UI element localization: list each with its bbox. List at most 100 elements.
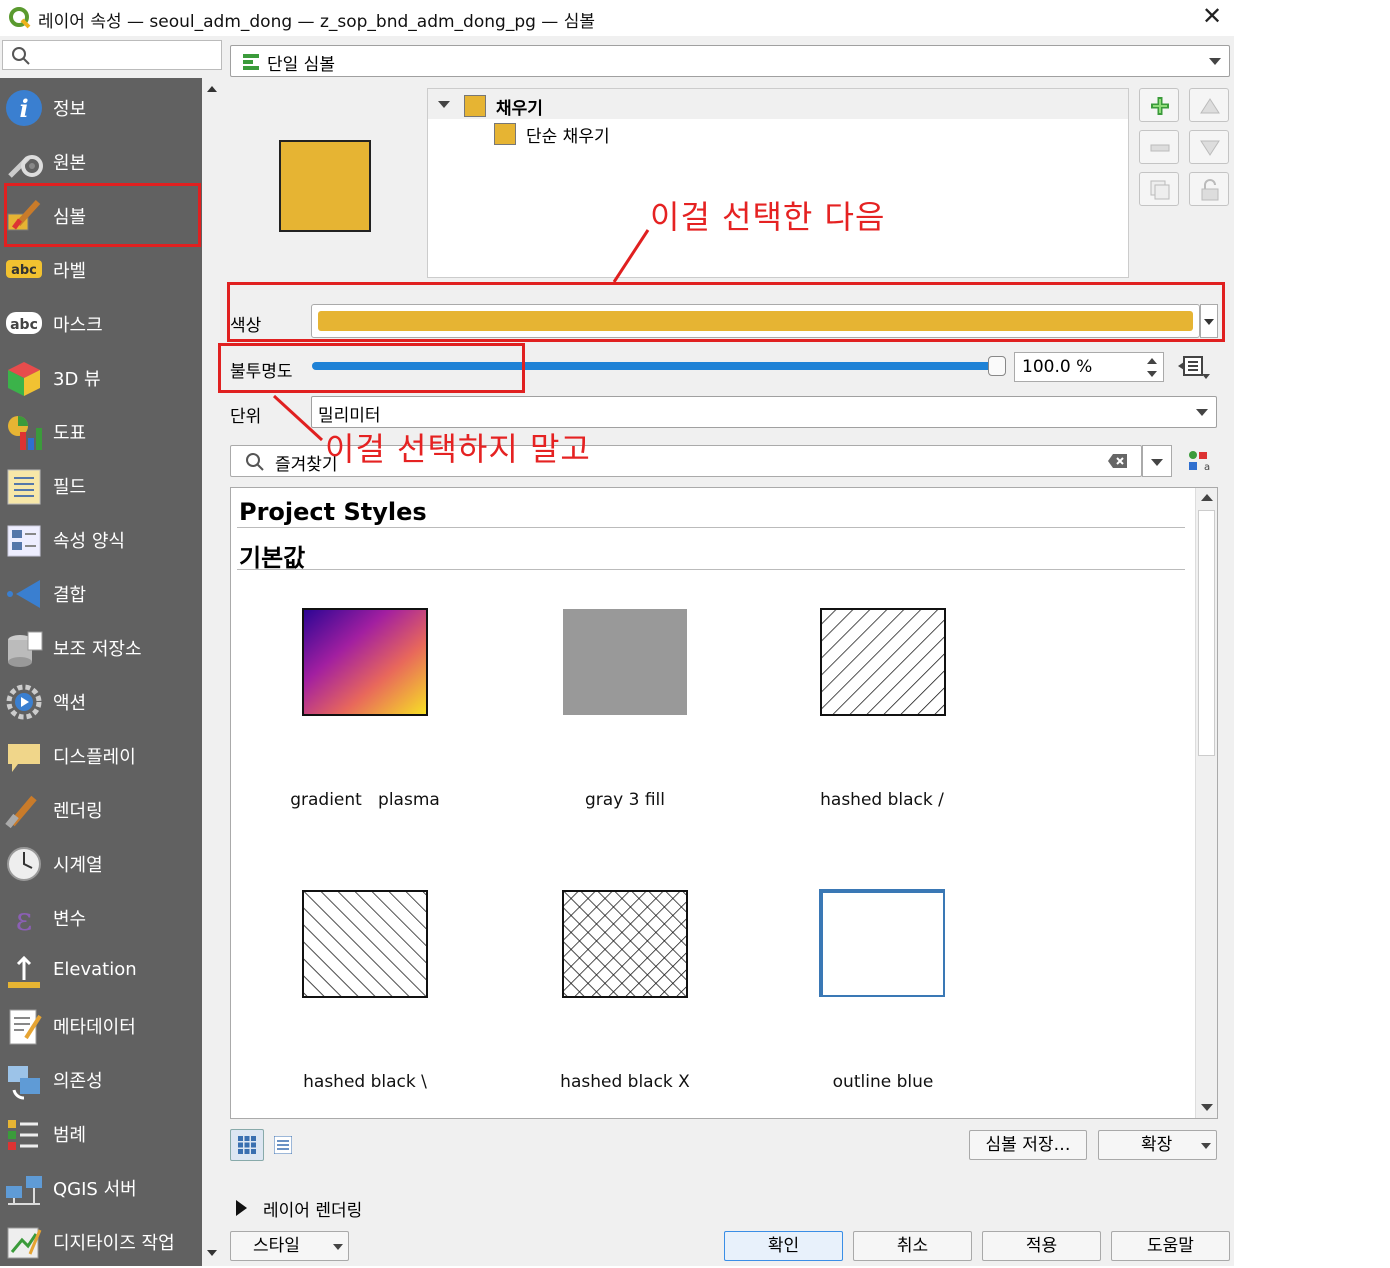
sidebar-item-dependencies[interactable]: 의존성 [0, 1052, 202, 1106]
metadata-icon [9, 1009, 42, 1045]
sidebar-item-label: 메타데이터 [53, 1017, 136, 1038]
help-button[interactable]: 도움말 [1111, 1231, 1230, 1261]
sidebar-item-mask[interactable]: abc 마스크 [0, 296, 202, 350]
collapse-arrow-icon[interactable] [438, 101, 450, 108]
style-manager-icon[interactable]: a [1186, 449, 1212, 473]
annotation-not-this: 이걸 선택하지 말고 [325, 430, 591, 468]
dependencies-icon [8, 1066, 40, 1100]
gray-fill-thumbnail [563, 609, 687, 715]
sidebar-item-auxiliary-storage[interactable]: 보조 저장소 [0, 620, 202, 674]
list-view-button[interactable] [266, 1129, 300, 1161]
library-scrollbar[interactable] [1195, 488, 1217, 1118]
lock-layer-button[interactable] [1189, 172, 1229, 206]
sidebar-item-label: 원본 [53, 153, 87, 174]
scroll-thumb[interactable] [1198, 510, 1215, 756]
tree-root-label[interactable]: 채우기 [496, 94, 543, 119]
minus-icon [1150, 144, 1170, 152]
move-up-button[interactable] [1189, 88, 1229, 122]
single-symbol-icon [243, 54, 259, 70]
hashed-back-thumbnail [302, 890, 428, 998]
fields-icon [7, 469, 41, 505]
sidebar-item-info[interactable]: i 정보 [0, 80, 202, 134]
clear-search-icon[interactable] [1107, 453, 1129, 469]
sidebar-item-legend[interactable]: 범례 [0, 1106, 202, 1160]
sidebar-scrollbar[interactable] [202, 78, 222, 1266]
icon-view-button[interactable] [230, 1129, 264, 1161]
scroll-down-icon[interactable] [207, 1250, 217, 1256]
joins-icon [7, 580, 40, 608]
sidebar-item-metadata[interactable]: 메타데이터 [0, 998, 202, 1052]
sidebar-item-label: 렌더링 [53, 801, 103, 822]
sidebar-item-elevation[interactable]: Elevation [0, 944, 202, 998]
arrow-down-icon [1200, 140, 1220, 156]
symbol-layer-tree: 채우기 단순 채우기 [427, 88, 1129, 278]
duplicate-layer-button[interactable] [1139, 172, 1179, 206]
sidebar-item-joins[interactable]: 결합 [0, 566, 202, 620]
svg-text:i: i [19, 94, 28, 123]
opacity-spinbox[interactable]: 100.0 % [1014, 352, 1164, 382]
symbol-label: gray 3 fill [584, 790, 666, 810]
renderer-type-select[interactable]: 단일 심볼 [230, 45, 1230, 77]
window-title: 레이어 속성 — seoul_adm_dong — z_sop_bnd_adm_… [38, 12, 595, 32]
variables-icon: ε [16, 900, 33, 938]
svg-text:abc: abc [10, 317, 38, 333]
labels-icon: abc [6, 260, 42, 278]
symbol-label: hashed black X [560, 1072, 690, 1092]
sidebar-item-source[interactable]: 원본 [0, 134, 202, 188]
favorites-filter-button[interactable] [1142, 445, 1172, 477]
gradient-plasma-thumbnail [302, 608, 428, 716]
symbol-label: outline blue [832, 1072, 934, 1092]
digitizing-icon [7, 1227, 42, 1259]
sidebar-item-actions[interactable]: 액션 [0, 674, 202, 728]
scroll-up-icon[interactable] [207, 86, 217, 92]
add-layer-button[interactable] [1139, 88, 1179, 122]
sidebar-item-qgis-server[interactable]: QGIS 서버 [0, 1160, 202, 1214]
style-menu-button[interactable]: 스타일 [230, 1231, 349, 1261]
scroll-down-icon[interactable] [1201, 1104, 1213, 1111]
data-defined-override-icon[interactable] [1176, 354, 1212, 380]
opacity-slider-handle[interactable] [988, 356, 1006, 376]
sidebar-item-attributes-form[interactable]: 속성 양식 [0, 512, 202, 566]
sidebar-item-rendering[interactable]: 렌더링 [0, 782, 202, 836]
hashed-x-thumbnail [562, 890, 688, 998]
svg-text:a: a [1204, 462, 1210, 473]
sidebar-item-label: QGIS 서버 [53, 1179, 137, 1200]
info-icon: i [6, 90, 42, 126]
sidebar-item-label: 도표 [53, 423, 87, 444]
symbol-preview [279, 140, 371, 232]
sidebar-item-temporal[interactable]: 시계열 [0, 836, 202, 890]
symbol-label: gradient plasma [290, 790, 440, 810]
layer-rendering-label: 레이어 렌더링 [263, 1201, 363, 1221]
cancel-button[interactable]: 취소 [853, 1231, 972, 1261]
callout-line-not-select [272, 394, 324, 442]
layer-rendering-toggle[interactable]: 레이어 렌더링 [230, 1194, 630, 1222]
default-group-heading: 기본값 [239, 544, 306, 572]
sidebar-item-variables[interactable]: ε 변수 [0, 890, 202, 944]
list-view-icon [274, 1136, 292, 1154]
sidebar-search-input[interactable] [2, 40, 222, 70]
sidebar-item-3d-view[interactable]: 3D 뷰 [0, 350, 202, 404]
chevron-down-icon [1209, 58, 1221, 65]
mask-icon: abc [6, 312, 42, 334]
sidebar-item-fields[interactable]: 필드 [0, 458, 202, 512]
sidebar-item-display[interactable]: 디스플레이 [0, 728, 202, 782]
spin-up-icon[interactable] [1147, 358, 1157, 364]
sidebar-item-label: 의존성 [53, 1071, 103, 1092]
apply-button[interactable]: 적용 [982, 1231, 1101, 1261]
lock-icon [1201, 179, 1219, 201]
remove-layer-button[interactable] [1139, 130, 1179, 164]
sidebar-item-labels[interactable]: abc 라벨 [0, 242, 202, 296]
3d-view-icon [8, 362, 40, 396]
close-button[interactable]: ✕ [1196, 2, 1228, 32]
sidebar-item-diagrams[interactable]: 도표 [0, 404, 202, 458]
advanced-button[interactable]: 확장 [1098, 1130, 1217, 1160]
move-down-button[interactable] [1189, 130, 1229, 164]
sidebar-item-digitizing[interactable]: 디지타이즈 작업 [0, 1214, 202, 1268]
spin-down-icon[interactable] [1147, 371, 1157, 377]
qgis-logo-icon [9, 7, 31, 29]
ok-button[interactable]: 확인 [724, 1231, 843, 1261]
scroll-up-icon[interactable] [1201, 494, 1213, 501]
sidebar: i 정보 원본 심볼 abc 라벨 abc 마스크 3D 뷰 도표 필드 속성 … [0, 78, 202, 1266]
save-symbol-button[interactable]: 심볼 저장… [969, 1130, 1087, 1160]
tree-child-label[interactable]: 단순 채우기 [526, 122, 610, 147]
